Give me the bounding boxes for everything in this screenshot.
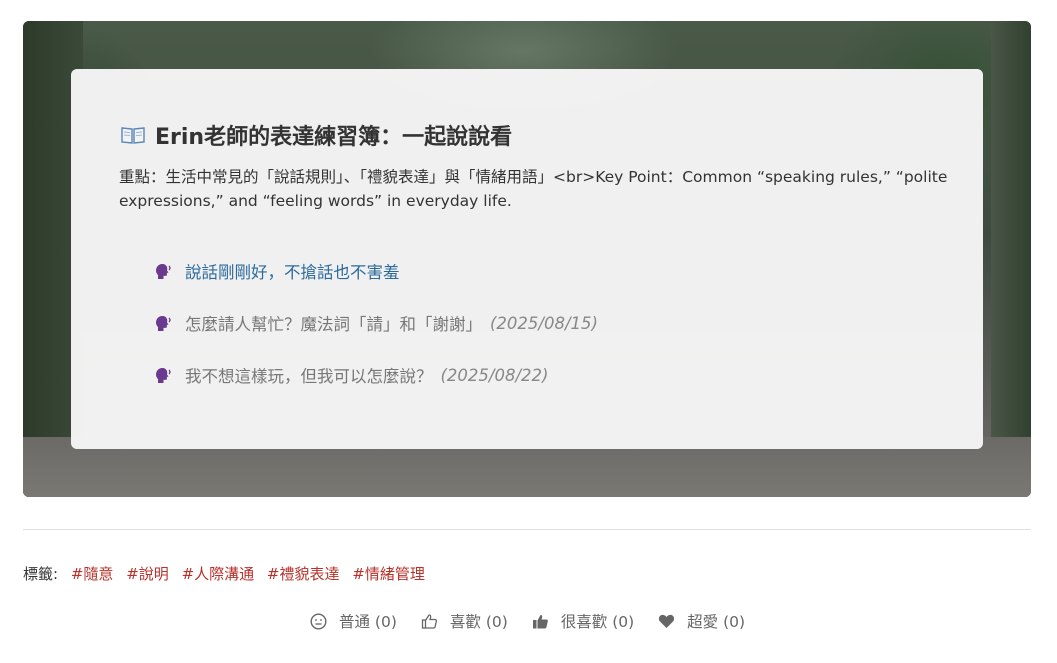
speaking-head-icon — [153, 365, 173, 385]
reaction-like-button[interactable]: 喜歡 (0) — [421, 610, 508, 632]
lesson-date: (2025/08/22) — [440, 365, 549, 385]
tags-label: 標籤: — [23, 565, 59, 583]
reaction-label: 超愛 (0) — [687, 613, 746, 631]
lesson-item[interactable]: 怎麼請人幫忙？魔法詞「請」和「謝謝」 (2025/08/15) — [153, 297, 598, 349]
lesson-title[interactable]: 我不想這樣玩，但我可以怎麼說？ — [185, 363, 433, 387]
reaction-label: 喜歡 (0) — [449, 613, 508, 631]
lesson-list: 說話剛剛好，不搶話也不害羞 怎麼請人幫忙？魔法詞「請」和「謝謝」 (2025/0… — [153, 245, 598, 401]
tag-bar: 標籤: #隨意 #說明 #人際溝通 #禮貌表達 #情緒管理 — [23, 563, 433, 584]
speaking-head-icon — [153, 313, 173, 333]
lesson-date: (2025/08/15) — [490, 313, 598, 333]
reaction-bar: 普通 (0) 喜歡 (0) 很喜歡 (0) 超愛 (0) — [310, 610, 769, 632]
tag-link[interactable]: #禮貌表達 — [267, 565, 340, 583]
lesson-title[interactable]: 怎麼請人幫忙？魔法詞「請」和「謝謝」 — [185, 311, 482, 335]
hero-tree-right — [991, 21, 1031, 497]
content-card: Erin老師的表達練習簿：一起說說看 重點：生活中常見的「說話規則」、「禮貌表達… — [71, 69, 983, 449]
lesson-item[interactable]: 說話剛剛好，不搶話也不害羞 — [153, 245, 598, 297]
reaction-adore-button[interactable]: 超愛 (0) — [658, 610, 745, 632]
tag-link[interactable]: #人際溝通 — [182, 565, 255, 583]
tag-link[interactable]: #情緒管理 — [352, 565, 425, 583]
post-description: 重點：生活中常見的「說話規則」、「禮貌表達」與「情緒用語」<br>Key Poi… — [119, 168, 948, 210]
smiley-face-icon — [310, 612, 327, 630]
heart-icon — [659, 614, 675, 628]
lesson-link[interactable]: 說話剛剛好，不搶話也不害羞 — [185, 259, 400, 283]
lesson-item[interactable]: 我不想這樣玩，但我可以怎麼說？ (2025/08/22) — [153, 349, 598, 401]
reaction-love-button[interactable]: 很喜歡 (0) — [532, 610, 634, 632]
thumbs-up-outline-icon — [421, 613, 437, 629]
tag-link[interactable]: #隨意 — [71, 565, 114, 583]
reaction-normal-button[interactable]: 普通 (0) — [310, 610, 397, 632]
speaking-head-icon — [153, 261, 173, 281]
open-book-icon — [121, 126, 145, 144]
section-divider — [23, 529, 1031, 530]
post-title-text: Erin老師的表達練習簿：一起說說看 — [155, 125, 513, 150]
tag-link[interactable]: #說明 — [126, 565, 169, 583]
post-title: Erin老師的表達練習簿：一起說說看 — [121, 119, 512, 151]
thumbs-up-filled-icon — [532, 614, 548, 628]
reaction-label: 很喜歡 (0) — [560, 613, 635, 631]
reaction-label: 普通 (0) — [339, 613, 397, 631]
